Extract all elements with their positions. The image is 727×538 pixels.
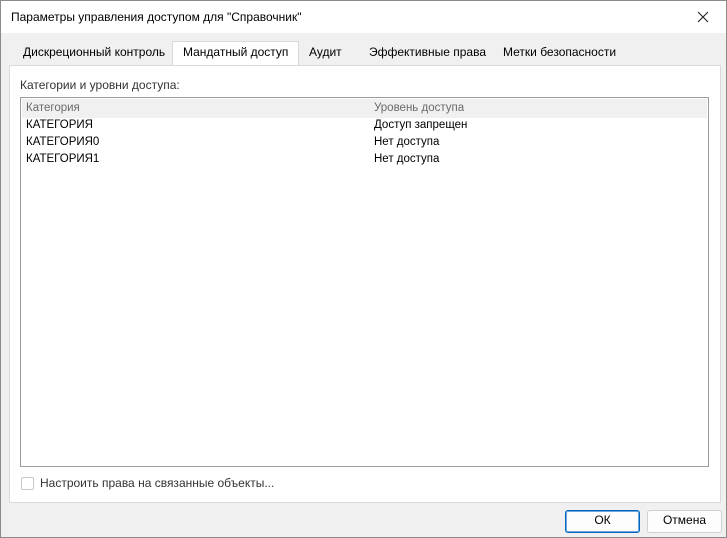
tab-discretionary-control[interactable]: Дискреционный контроль <box>23 42 165 64</box>
list-item[interactable]: КАТЕГОРИЯ Доступ запрещен <box>22 118 707 135</box>
title-bar: Параметры управления доступом для "Справ… <box>1 1 726 33</box>
tab-panel-mandatory-access: Категории и уровни доступа: Категория Ур… <box>9 65 721 503</box>
category-cell: КАТЕГОРИЯ0 <box>26 136 100 148</box>
tab-audit[interactable]: Аудит <box>309 42 342 64</box>
category-cell: КАТЕГОРИЯ1 <box>26 153 100 165</box>
linked-objects-checkbox-label[interactable]: Настроить права на связанные объекты... <box>40 476 274 490</box>
tab-effective-rights[interactable]: Эффективные права <box>369 42 486 64</box>
column-header-access-level[interactable]: Уровень доступа <box>374 102 464 114</box>
cancel-button[interactable]: Отмена <box>647 510 722 533</box>
linked-objects-checkbox[interactable] <box>21 477 34 490</box>
category-cell: КАТЕГОРИЯ <box>26 119 93 131</box>
column-header-category[interactable]: Категория <box>26 102 80 114</box>
list-item[interactable]: КАТЕГОРИЯ0 Нет доступа <box>22 135 707 152</box>
tab-strip: Дискреционный контроль Мандатный доступ … <box>1 41 726 66</box>
access-level-cell[interactable]: Нет доступа <box>374 136 439 148</box>
tab-mandatory-access[interactable]: Мандатный доступ <box>172 41 300 65</box>
list-header: Категория Уровень доступа <box>22 99 707 118</box>
dialog-title: Параметры управления доступом для "Справ… <box>11 10 302 24</box>
close-button[interactable] <box>680 1 726 33</box>
ok-button[interactable]: ОК <box>565 510 640 533</box>
categories-list[interactable]: Категория Уровень доступа КАТЕГОРИЯ Дост… <box>20 97 709 467</box>
access-control-dialog: Параметры управления доступом для "Справ… <box>0 0 727 538</box>
tab-security-labels[interactable]: Метки безопасности <box>503 42 616 64</box>
access-level-cell[interactable]: Доступ запрещен <box>374 119 467 131</box>
categories-group-label: Категории и уровни доступа: <box>20 78 180 92</box>
access-level-cell[interactable]: Нет доступа <box>374 153 439 165</box>
list-item[interactable]: КАТЕГОРИЯ1 Нет доступа <box>22 152 707 169</box>
close-icon <box>697 11 709 23</box>
